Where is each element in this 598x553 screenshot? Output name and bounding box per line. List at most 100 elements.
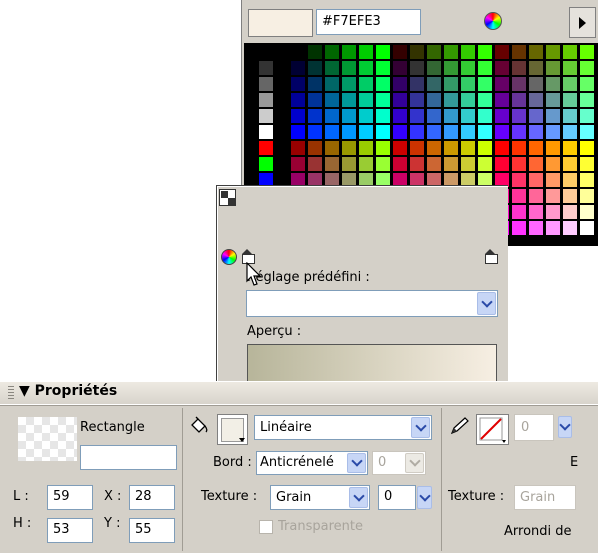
swatch-cell[interactable] — [375, 92, 391, 108]
swatch-cell[interactable] — [258, 140, 274, 156]
swatch-cell[interactable] — [579, 60, 595, 76]
fill-type-select[interactable]: Linéaire — [254, 415, 432, 440]
swatch-cell[interactable] — [358, 156, 374, 172]
swatch-cell[interactable] — [443, 60, 459, 76]
swatch-cell[interactable] — [545, 172, 561, 188]
edge-dropdown-button[interactable] — [347, 453, 366, 473]
swatch-cell[interactable] — [562, 204, 578, 220]
swatch-cell[interactable] — [392, 44, 408, 60]
swatch-cell[interactable] — [324, 44, 340, 60]
texture-amount-control[interactable]: 0 — [378, 485, 433, 510]
swatch-cell[interactable] — [477, 76, 493, 92]
swatch-cell[interactable] — [324, 124, 340, 140]
swatch-cell[interactable] — [511, 92, 527, 108]
stroke-width-dropdown-button[interactable] — [558, 416, 572, 438]
swatch-cell[interactable] — [443, 108, 459, 124]
swatch-cell[interactable] — [358, 140, 374, 156]
swatch-cell[interactable] — [511, 108, 527, 124]
swatch-cell[interactable] — [545, 140, 561, 156]
swatch-cell[interactable] — [511, 172, 527, 188]
swatch-cell[interactable] — [324, 76, 340, 92]
swatch-cell[interactable] — [409, 44, 425, 60]
color-wheel-icon[interactable] — [484, 12, 502, 30]
swatch-cell[interactable] — [324, 92, 340, 108]
swatch-cell[interactable] — [426, 92, 442, 108]
swatch-cell[interactable] — [443, 156, 459, 172]
swatch-cell[interactable] — [443, 76, 459, 92]
texture-amount-dropdown-button[interactable] — [417, 486, 432, 509]
swatch-cell[interactable] — [579, 220, 595, 236]
swatch-cell[interactable] — [290, 60, 306, 76]
swatch-cell[interactable] — [409, 60, 425, 76]
swatch-cell[interactable] — [579, 156, 595, 172]
swatch-cell[interactable] — [375, 44, 391, 60]
swatch-cell[interactable] — [562, 44, 578, 60]
swatch-cell[interactable] — [358, 44, 374, 60]
swatch-cell[interactable] — [290, 92, 306, 108]
swatch-cell[interactable] — [426, 140, 442, 156]
swatch-cell[interactable] — [528, 172, 544, 188]
swatch-cell[interactable] — [307, 92, 323, 108]
swatch-cell[interactable] — [562, 60, 578, 76]
swatch-cell[interactable] — [358, 124, 374, 140]
swatch-cell[interactable] — [579, 140, 595, 156]
swatch-cell[interactable] — [477, 140, 493, 156]
swatch-cell[interactable] — [579, 92, 595, 108]
swatch-cell[interactable] — [460, 140, 476, 156]
swatch-cell[interactable] — [528, 140, 544, 156]
swatch-cell[interactable] — [358, 92, 374, 108]
swatch-cell[interactable] — [392, 76, 408, 92]
swatch-cell[interactable] — [375, 60, 391, 76]
swatch-cell[interactable] — [392, 108, 408, 124]
swatch-cell[interactable] — [409, 140, 425, 156]
swatch-cell[interactable] — [545, 204, 561, 220]
swatch-cell[interactable] — [494, 156, 510, 172]
swatch-cell[interactable] — [477, 124, 493, 140]
swatch-cell[interactable] — [290, 156, 306, 172]
swatch-cell[interactable] — [579, 172, 595, 188]
swatch-cell[interactable] — [528, 92, 544, 108]
swatch-cell[interactable] — [307, 124, 323, 140]
swatch-cell[interactable] — [460, 124, 476, 140]
height-input[interactable]: 53 — [47, 518, 93, 543]
swatch-cell[interactable] — [258, 92, 274, 108]
swatch-cell[interactable] — [579, 44, 595, 60]
swatch-cell[interactable] — [307, 60, 323, 76]
swatch-cell[interactable] — [545, 124, 561, 140]
swatch-cell[interactable] — [528, 156, 544, 172]
swatch-cell[interactable] — [307, 156, 323, 172]
edge-select[interactable]: Anticrénelé — [256, 451, 368, 475]
swatch-cell[interactable] — [443, 44, 459, 60]
swatch-cell[interactable] — [545, 156, 561, 172]
swatch-cell[interactable] — [409, 156, 425, 172]
swatch-cell[interactable] — [375, 140, 391, 156]
swatch-cell[interactable] — [341, 156, 357, 172]
swatch-cell[interactable] — [290, 124, 306, 140]
swatch-cell[interactable] — [392, 140, 408, 156]
swatch-cell[interactable] — [545, 60, 561, 76]
width-input[interactable]: 59 — [47, 485, 93, 510]
swatch-cell[interactable] — [375, 156, 391, 172]
swatch-cell[interactable] — [460, 92, 476, 108]
swatch-cell[interactable] — [511, 44, 527, 60]
swatch-cell[interactable] — [443, 124, 459, 140]
swatch-cell[interactable] — [460, 76, 476, 92]
stroke-color-button[interactable] — [476, 414, 509, 445]
gradient-stop-left[interactable] — [241, 249, 255, 264]
panel-grip-icon[interactable] — [8, 386, 14, 399]
transparent-checkbox[interactable] — [259, 520, 273, 534]
swatch-cell[interactable] — [324, 108, 340, 124]
pattern-icon[interactable] — [219, 189, 236, 206]
swatch-cell[interactable] — [290, 140, 306, 156]
swatch-cell[interactable] — [562, 92, 578, 108]
swatch-cell[interactable] — [375, 124, 391, 140]
swatch-cell[interactable] — [307, 44, 323, 60]
swatch-cell[interactable] — [562, 108, 578, 124]
swatch-cell[interactable] — [528, 220, 544, 236]
swatch-cell[interactable] — [562, 76, 578, 92]
swatch-cell[interactable] — [443, 140, 459, 156]
gradient-color-wheel-icon[interactable] — [221, 249, 237, 265]
swatch-cell[interactable] — [477, 92, 493, 108]
swatch-cell[interactable] — [358, 76, 374, 92]
fill-color-button[interactable] — [217, 414, 248, 445]
